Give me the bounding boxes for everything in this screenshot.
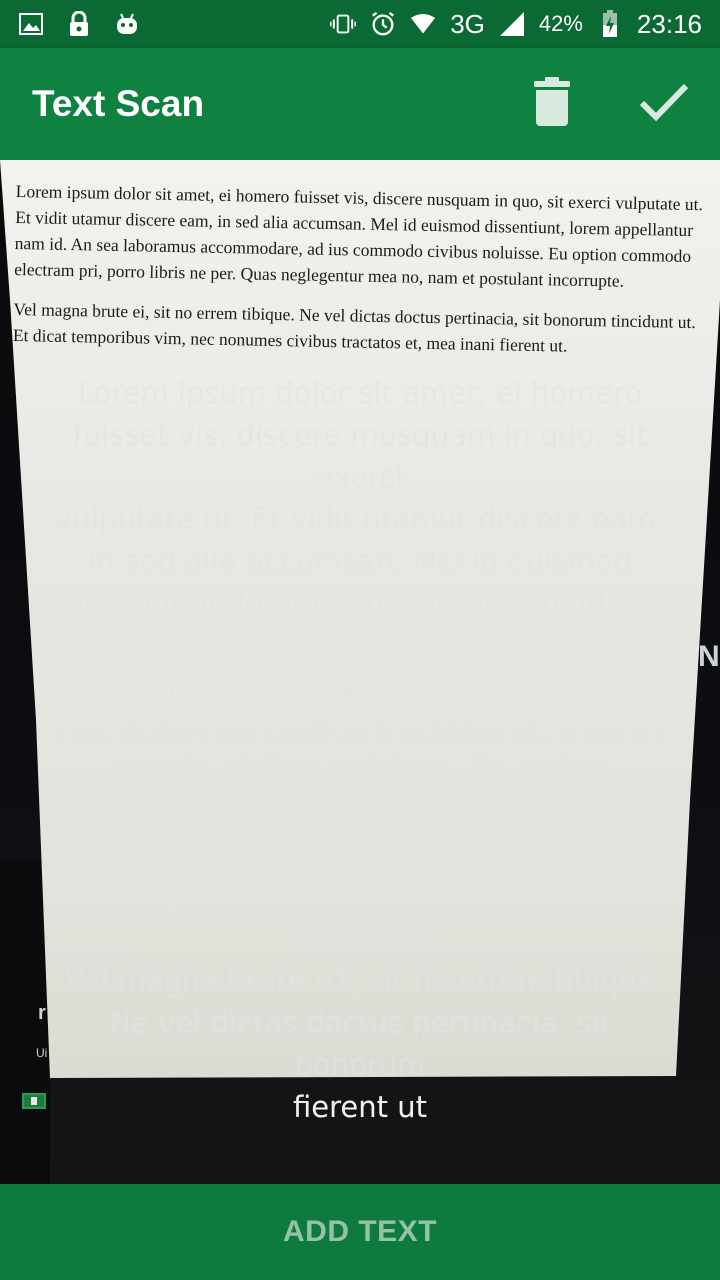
status-bar: 3G 42% 23:16: [0, 0, 720, 48]
overlay-line: incorrupte: [285, 922, 435, 956]
app-bar: Text Scan: [0, 48, 720, 160]
alarm-icon: [370, 11, 396, 37]
image-icon: [18, 11, 44, 37]
battery-charging-icon: [597, 10, 623, 37]
overlay-line: neglegentur mea no, nam et postulant: [78, 880, 642, 914]
check-icon: [639, 82, 689, 126]
overlay-line: sea laboramus commodare, ad ius: [109, 628, 611, 662]
battery-percent: 42%: [538, 11, 583, 36]
trash-icon: [532, 77, 572, 131]
wifi-icon: [410, 11, 436, 37]
delete-button[interactable]: [496, 48, 608, 160]
app-title: Text Scan: [32, 83, 205, 124]
overlay-line: tincidunt ut. Et dicat temporibus vim m.: [69, 670, 651, 704]
overlay-line: dissentiunt, lorem appellantur nam id. A…: [58, 586, 662, 620]
overlay-line: omodo civibus noluisse. Eu option: [112, 754, 608, 788]
overlay-line: exerci: [316, 460, 404, 494]
overlay-line: vulputate ut. Et vidit utamur discere ea…: [55, 502, 665, 536]
network-type: 3G: [450, 8, 485, 39]
overlay-line: Qua: [330, 838, 390, 872]
overlay-line: fierent ut: [293, 1090, 427, 1124]
confirm-button[interactable]: [608, 48, 720, 160]
lock-icon: [66, 11, 92, 37]
vibrate-icon: [330, 11, 357, 37]
recognized-text-overlay: Lorem ipsum dolor sit amet, ei homero fu…: [0, 372, 720, 1128]
add-text-label: ADD TEXT: [283, 1215, 437, 1248]
paper-paragraph-1: Lorem ipsum dolor sit amet, ei homero fu…: [14, 180, 704, 291]
overlay-line: Vel magna brute e1, sit no errem tibique: [65, 964, 655, 998]
app-actions: [496, 48, 720, 160]
overlay-line: commodo electram pri, porro libris ne pe…: [53, 796, 667, 830]
overlay-line: nec nonumes civibus tractatos et, mea in: [59, 712, 661, 746]
paper-paragraph-2: Vel magna brute ei, sit no errem tibique…: [12, 298, 696, 356]
overlay-line: in sed alia accumsan. Mel id euismod: [88, 544, 632, 578]
camera-preview[interactable]: Lorem ipsum dolor sit amet, ei homero fu…: [0, 160, 720, 1184]
android-icon: [114, 11, 140, 37]
signal-icon: [499, 11, 525, 37]
status-right-icons: 3G 42% 23:16: [330, 9, 702, 40]
status-left-icons: [18, 11, 140, 37]
overlay-line: Ne vel dictas doctus pertinacia, sit: [109, 1006, 611, 1040]
overlay-line: fuisset vis, discere musquam in quo, sit: [72, 418, 648, 452]
clock: 23:16: [636, 8, 702, 39]
overlay-line: bonorum: [294, 1048, 426, 1082]
overlay-line: Lorem ipsum dolor sit amet, ei homero: [77, 376, 643, 410]
add-text-button[interactable]: ADD TEXT: [0, 1184, 720, 1280]
paper-text: Lorem ipsum dolor sit amet, ei homero fu…: [12, 178, 705, 375]
